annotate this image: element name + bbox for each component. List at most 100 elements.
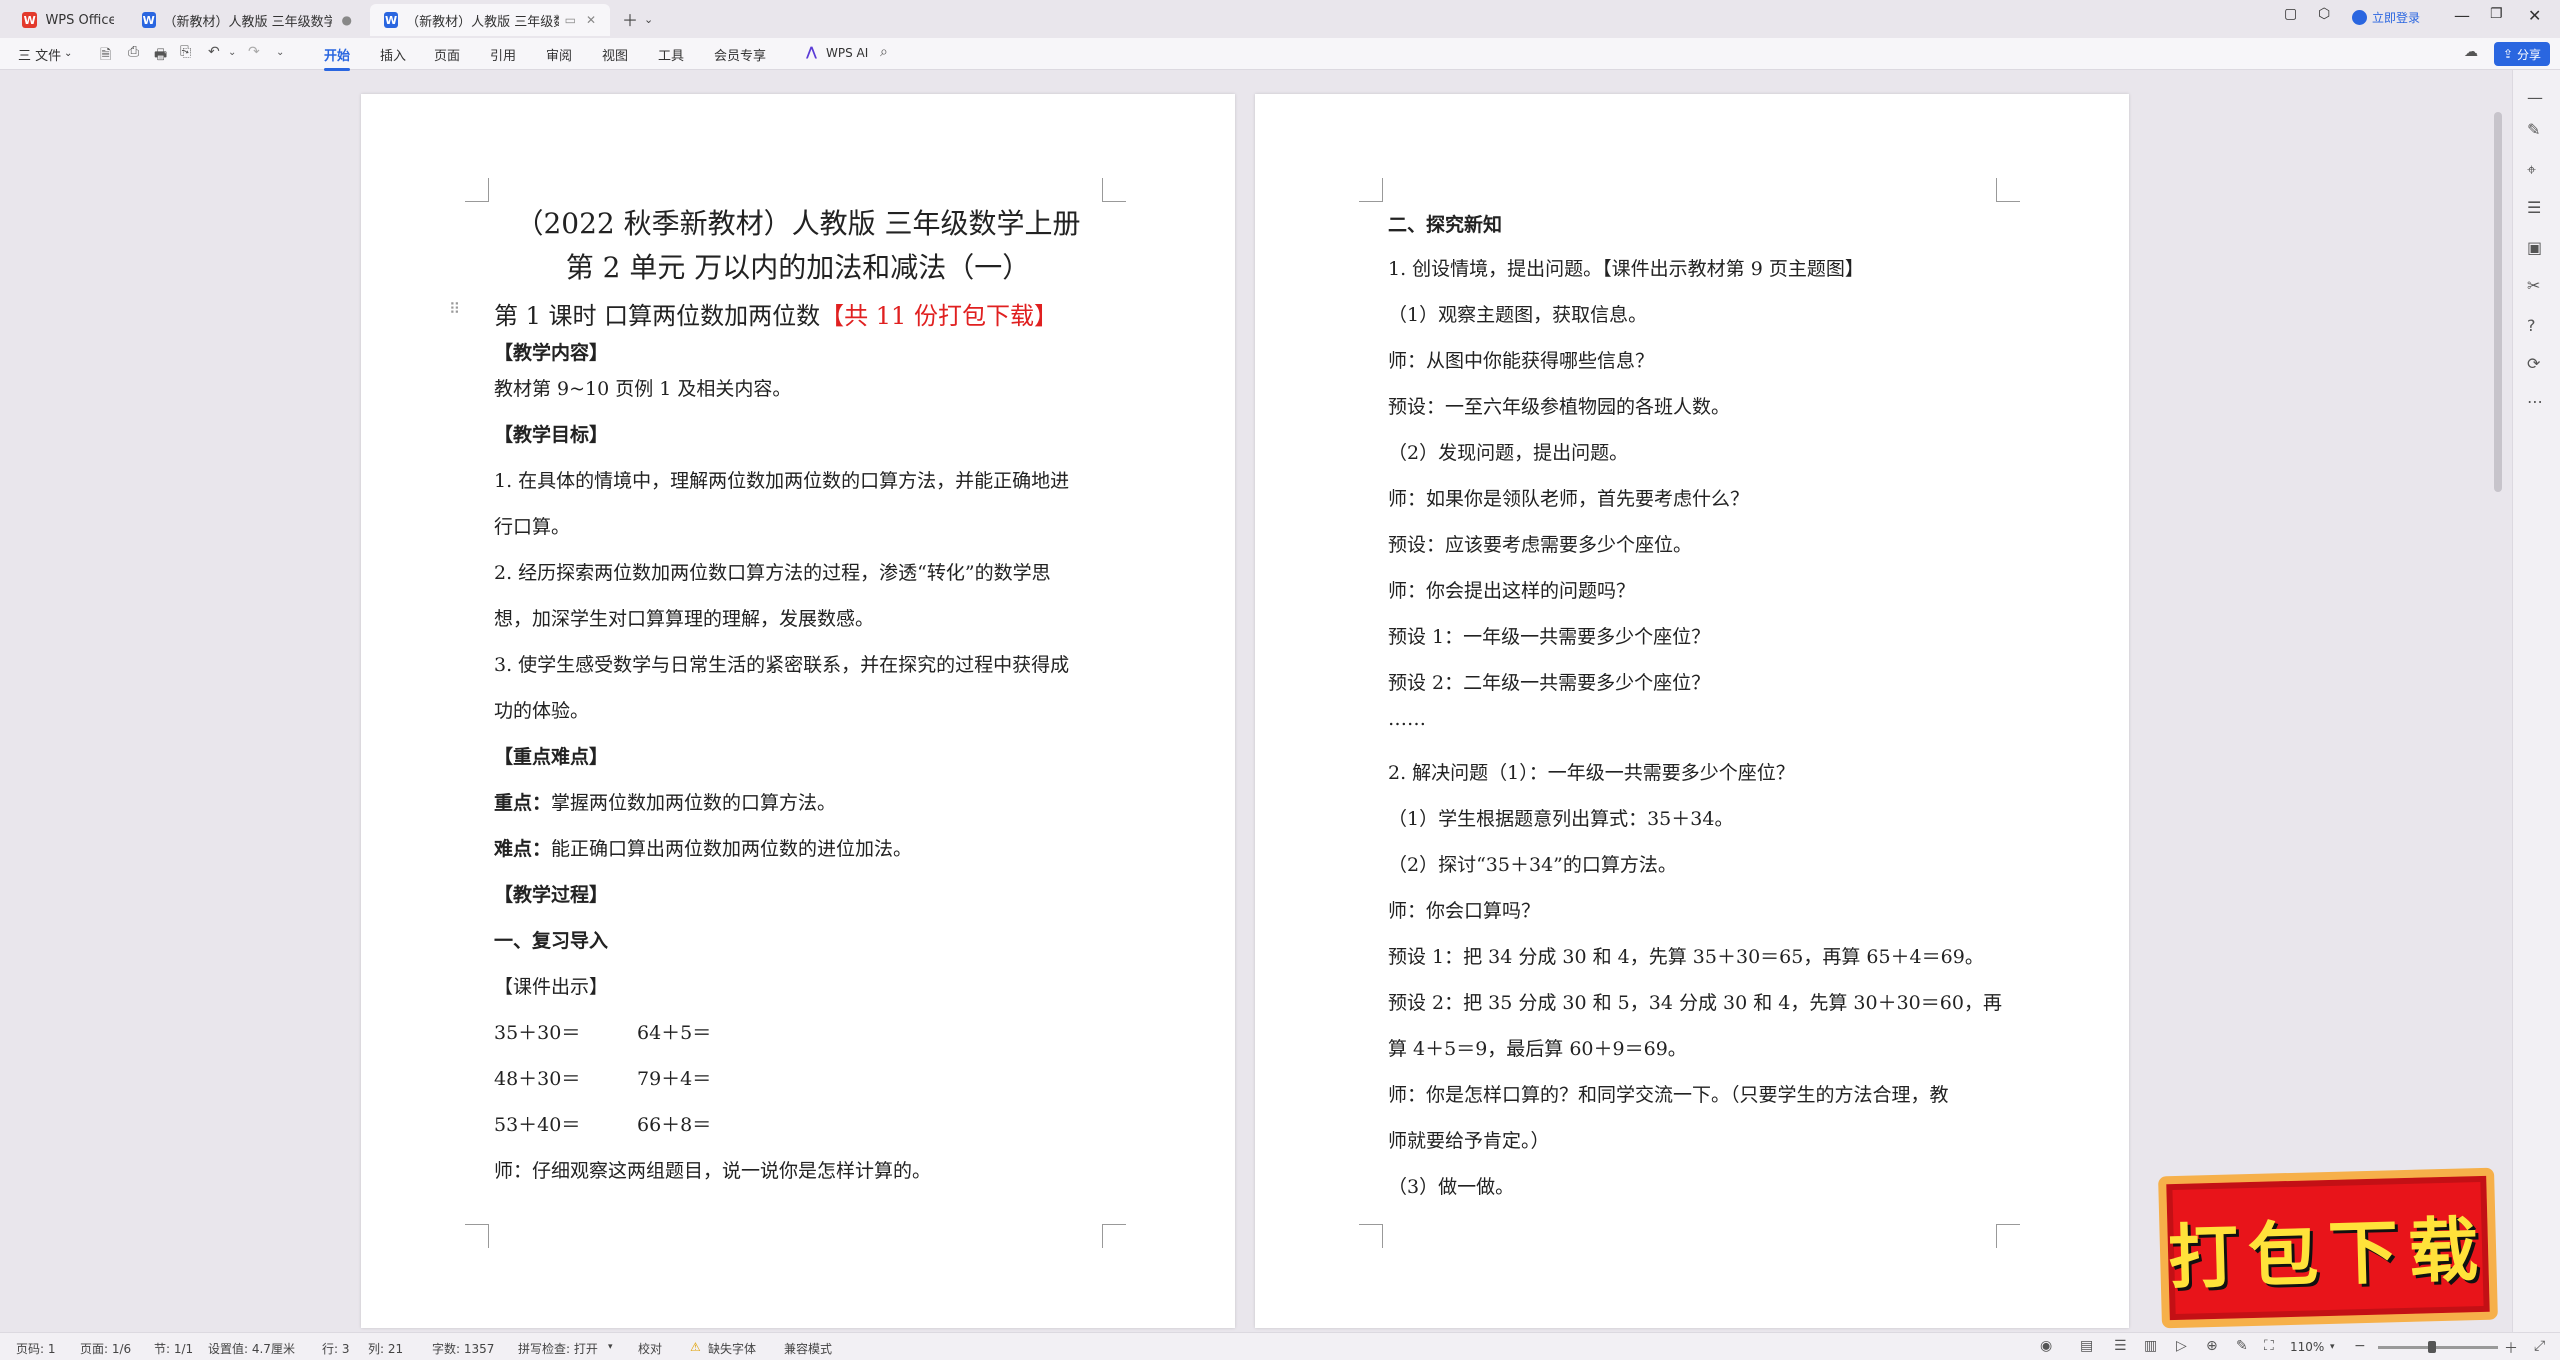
tab-page[interactable]: 页面	[434, 45, 460, 64]
paragraph-line: 1. 创设情境，提出问题。【课件出示教材第 9 页主题图】	[1388, 258, 1864, 280]
paragraph-line: 算 4＋5＝9，最后算 60＋9＝69。	[1388, 1038, 1687, 1060]
paragraph-line: 师：你是怎样口算的？和同学交流一下。（只要学生的方法合理，教	[1388, 1084, 1949, 1106]
edit-pen-icon[interactable]: ✎	[2527, 120, 2540, 139]
eye-protection-icon[interactable]: ◉	[2040, 1338, 2052, 1354]
web-view-icon[interactable]: ⊕	[2206, 1338, 2218, 1354]
tab-references[interactable]: 引用	[490, 45, 516, 64]
tab-view[interactable]: 视图	[602, 45, 628, 64]
save-icon[interactable]: 🗎	[100, 44, 111, 68]
tab-tools[interactable]: 工具	[658, 45, 684, 64]
section-heading: 【教学内容】	[494, 342, 609, 364]
status-position[interactable]: 设置值: 4.7厘米	[208, 1340, 295, 1357]
settings-sliders-icon[interactable]: ☰	[2527, 198, 2541, 217]
minimize-button[interactable]: —	[2454, 6, 2470, 25]
vertical-scrollbar[interactable]	[2494, 112, 2502, 492]
cloud-sync-icon[interactable]: ☁	[2464, 44, 2478, 60]
tab-document-1[interactable]: W （新教材）人教版 三年级数学上册 ●	[128, 4, 366, 36]
wps-logo-icon: W	[22, 12, 38, 28]
subsection-heading: 一、复习导入	[494, 930, 609, 952]
zoom-slider[interactable]	[2378, 1346, 2498, 1349]
exercise-item: 35＋30＝	[494, 1022, 581, 1044]
status-page-number[interactable]: 页码: 1	[16, 1340, 56, 1357]
warning-icon: ⚠	[690, 1340, 701, 1354]
chevron-down-icon[interactable]: ⌄	[228, 47, 236, 58]
redo-icon[interactable]: ↷	[248, 44, 260, 60]
tab-member[interactable]: 会员专享	[714, 45, 766, 64]
chevron-down-icon[interactable]: ⌄	[644, 8, 653, 30]
export-pdf-icon[interactable]: ⎙	[128, 44, 139, 60]
login-button[interactable]: 立即登录	[2352, 9, 2420, 26]
login-label: 立即登录	[2372, 11, 2421, 25]
document-page-1[interactable]: （2022 秋季新教材）人教版 三年级数学上册 第 2 单元 万以内的加法和减法…	[361, 94, 1235, 1328]
paragraph-line: 3. 使学生感受数学与日常生活的紧密联系，并在探究的过程中获得成	[494, 654, 1070, 676]
document-page-2[interactable]: 二、探究新知 1. 创设情境，提出问题。【课件出示教材第 9 页主题图】 （1）…	[1255, 94, 2129, 1328]
fit-page-icon[interactable]: ⛶	[2264, 1338, 2274, 1354]
tab-review[interactable]: 审阅	[546, 45, 572, 64]
document-title-line-2: 第 2 单元 万以内的加法和减法（一）	[565, 251, 1031, 284]
download-pack-badge[interactable]: 打包下载	[2158, 1167, 2498, 1329]
paragraph-line: 教材第 9~10 页例 1 及相关内容。	[494, 378, 792, 400]
zoom-slider-thumb[interactable]	[2428, 1341, 2436, 1353]
more-icon[interactable]: ⋯	[2527, 392, 2543, 411]
tab-document-2[interactable]: W （新教材）人教版 三年级数学 ▭ ✕	[370, 4, 610, 36]
paragraph-line: （1）学生根据题意列出算式：35＋34。	[1388, 808, 1734, 830]
new-tab-button[interactable]: ＋	[622, 8, 638, 30]
close-window-button[interactable]: ✕	[2528, 6, 2541, 25]
tools-icon[interactable]: ✂	[2527, 276, 2540, 295]
collapse-icon[interactable]: —	[2527, 88, 2543, 107]
pen-icon[interactable]: ✎	[2236, 1338, 2248, 1354]
zoom-level[interactable]: 110%	[2290, 1340, 2324, 1354]
chevron-down-icon[interactable]: ⌄	[64, 48, 72, 59]
select-cursor-icon[interactable]: ⌖	[2527, 160, 2536, 180]
chevron-down-icon[interactable]: ⌄	[276, 47, 284, 58]
tab-label: WPS Office	[45, 12, 114, 28]
tab-label: （新教材）人教版 三年级数学上册	[163, 14, 332, 30]
chevron-down-icon[interactable]: ▾	[2330, 1342, 2335, 1352]
tab-wps-office[interactable]: W WPS Office	[8, 4, 128, 36]
cube-icon[interactable]: ⬡	[2318, 6, 2330, 22]
proofread-button[interactable]: 校对	[638, 1340, 662, 1357]
download-pack-link[interactable]: 【共 11 份打包下载】	[820, 302, 1058, 330]
missing-font-button[interactable]: 缺失字体	[708, 1340, 756, 1357]
exercise-item: 66＋8＝	[637, 1114, 712, 1136]
zoom-out-icon[interactable]: −	[2354, 1338, 2366, 1354]
share-button[interactable]: ⇪ 分享	[2494, 42, 2550, 66]
spell-check-toggle[interactable]: 拼写检查: 打开	[518, 1340, 598, 1357]
document-title-line-1: （2022 秋季新教材）人教版 三年级数学上册	[515, 207, 1081, 240]
monitor-icon: ▭	[564, 13, 576, 27]
paragraph-line: 【课件出示】	[494, 976, 609, 998]
image-icon[interactable]: ▣	[2527, 238, 2542, 257]
status-section[interactable]: 节: 1/1	[154, 1340, 193, 1357]
status-column[interactable]: 列: 21	[368, 1340, 403, 1357]
search-icon[interactable]: ⌕	[880, 44, 888, 60]
word-doc-icon: W	[384, 12, 399, 28]
status-page-count[interactable]: 页面: 1/6	[80, 1340, 131, 1357]
right-side-panel: — ✎ ⌖ ☰ ▣ ✂ ? ⟳ ⋯	[2512, 70, 2560, 1332]
wps-ai-button[interactable]: WPS AI	[826, 46, 868, 60]
backup-icon[interactable]: ⟳	[2527, 354, 2540, 373]
print-preview-icon[interactable]: ⎘	[180, 44, 191, 60]
word-doc-icon: W	[142, 12, 156, 28]
difficulty-text: 能正确口算出两位数加两位数的进位加法。	[551, 838, 913, 860]
fullscreen-icon[interactable]: ⤢	[2534, 1338, 2545, 1354]
undo-icon[interactable]: ↶	[208, 44, 220, 60]
tab-insert[interactable]: 插入	[380, 45, 406, 64]
outline-view-icon[interactable]: ☰	[2114, 1338, 2127, 1354]
print-icon[interactable]: 🖶	[154, 44, 167, 68]
page-view-icon[interactable]: ▤	[2080, 1338, 2093, 1354]
restore-button[interactable]: ❐	[2490, 6, 2503, 22]
window-layout-icon[interactable]: ▢	[2284, 6, 2297, 22]
play-icon[interactable]: ▷	[2176, 1338, 2187, 1354]
drag-handle-icon[interactable]: ⠿	[449, 300, 460, 318]
status-word-count[interactable]: 字数: 1357	[432, 1340, 494, 1357]
file-menu[interactable]: 三 文件	[18, 45, 61, 64]
close-icon[interactable]: ✕	[586, 13, 596, 27]
status-row[interactable]: 行: 3	[322, 1340, 350, 1357]
tab-home[interactable]: 开始	[324, 45, 351, 71]
chevron-down-icon[interactable]: ▾	[608, 1342, 613, 1352]
close-icon[interactable]: ●	[342, 13, 352, 27]
reading-view-icon[interactable]: ▥	[2144, 1338, 2157, 1354]
zoom-in-icon[interactable]: ＋	[2504, 1338, 2518, 1358]
section-heading: 【重点难点】	[494, 746, 609, 768]
help-icon[interactable]: ?	[2527, 316, 2536, 335]
